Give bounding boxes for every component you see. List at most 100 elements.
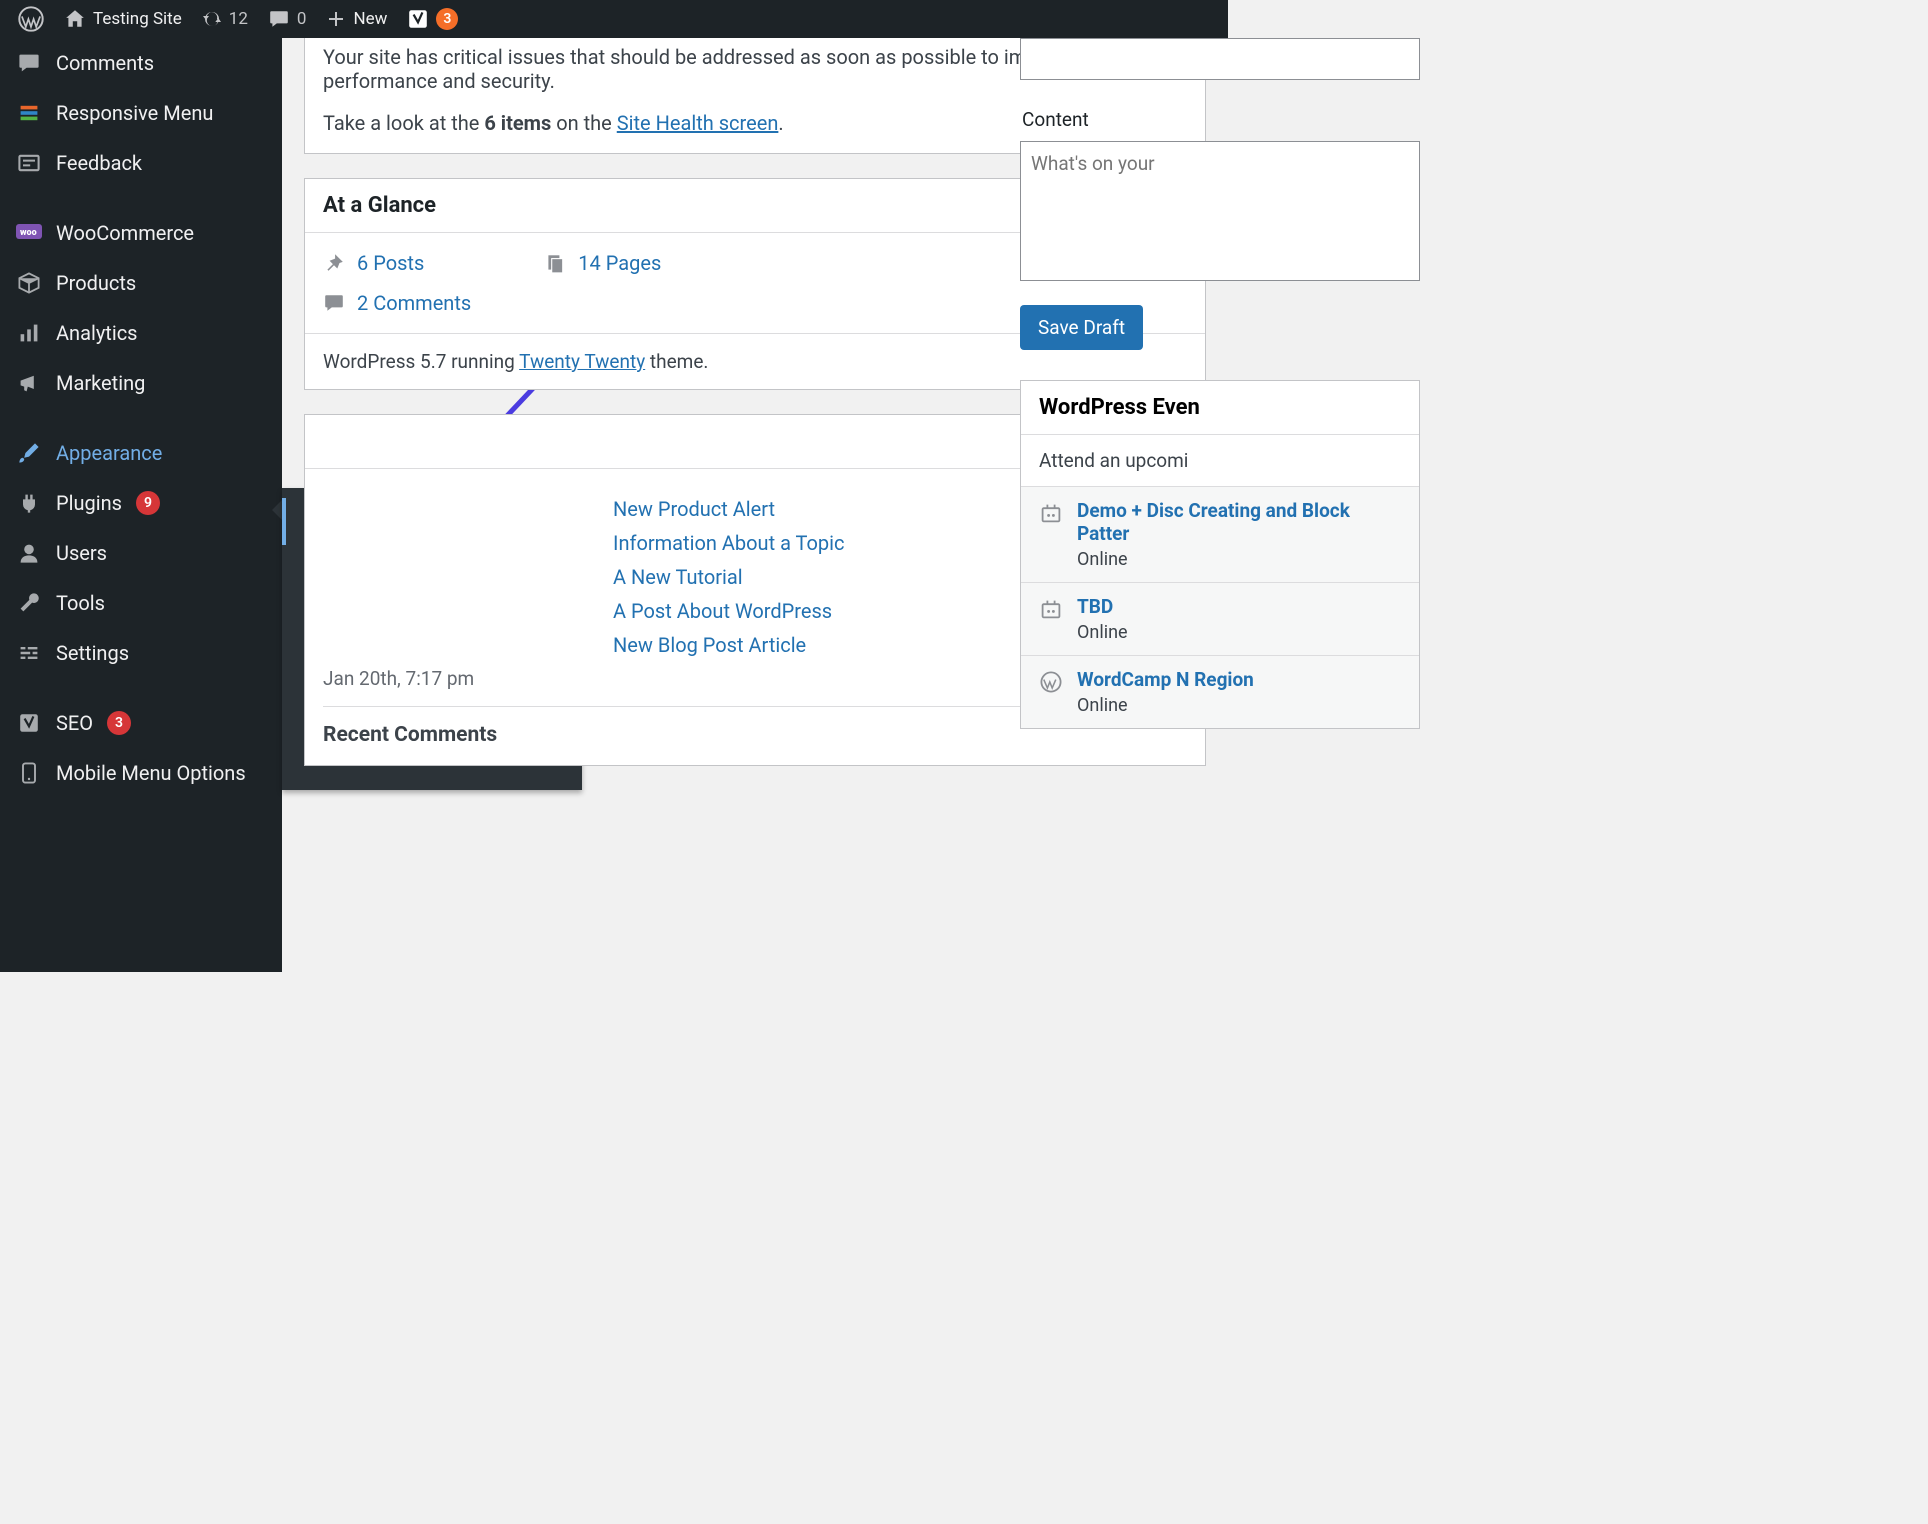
- panel-title: [323, 429, 328, 454]
- menu-label: Comments: [56, 51, 154, 75]
- admin-sidebar: Comments Responsive Menu Feedback woo Wo…: [0, 38, 282, 972]
- yoast-badge: 3: [436, 8, 458, 30]
- user-icon: [16, 540, 42, 566]
- activity-link[interactable]: A Post About WordPress: [613, 599, 844, 623]
- menu-label: SEO: [56, 711, 93, 735]
- plug-icon: [16, 490, 42, 516]
- menu-label: WooCommerce: [56, 221, 194, 245]
- products-icon: [16, 270, 42, 296]
- updates-link[interactable]: 12: [192, 0, 258, 38]
- site-name: Testing Site: [93, 9, 182, 29]
- plus-icon: [326, 9, 346, 29]
- menu-woocommerce[interactable]: woo WooCommerce: [0, 208, 282, 258]
- comment-icon: [323, 292, 345, 314]
- activity-link[interactable]: Information About a Topic: [613, 531, 844, 555]
- site-health-link[interactable]: Site Health screen: [617, 111, 779, 135]
- wordpress-icon: [18, 6, 44, 32]
- comments-count: 0: [297, 9, 307, 29]
- quickdraft-content-textarea[interactable]: [1020, 141, 1420, 281]
- menu-responsive-menu[interactable]: Responsive Menu: [0, 88, 282, 138]
- home-icon: [64, 8, 86, 30]
- wp-logo[interactable]: [8, 0, 54, 38]
- meetup-icon: [1039, 499, 1063, 570]
- activity-link[interactable]: New Blog Post Article: [613, 633, 844, 657]
- megaphone-icon: [16, 370, 42, 396]
- feedback-icon: [16, 150, 42, 176]
- wordcamp-icon: [1039, 668, 1063, 716]
- menu-label: Appearance: [56, 441, 162, 465]
- plugins-badge: 9: [136, 491, 160, 515]
- wrench-icon: [16, 590, 42, 616]
- activity-date: Jan 20th, 7:17 pm: [323, 667, 553, 690]
- menu-appearance[interactable]: Appearance: [0, 428, 282, 478]
- quickdraft-title-input[interactable]: [1020, 38, 1420, 80]
- menu-tools[interactable]: Tools: [0, 578, 282, 628]
- menu-label: Analytics: [56, 321, 138, 345]
- event-location: Online: [1077, 695, 1254, 716]
- svg-text:woo: woo: [20, 228, 37, 238]
- event-item[interactable]: WordCamp N Region Online: [1021, 655, 1419, 728]
- menu-label: Feedback: [56, 151, 142, 175]
- activity-link[interactable]: New Product Alert: [613, 497, 844, 521]
- menu-marketing[interactable]: Marketing: [0, 358, 282, 408]
- menu-label: Mobile Menu Options: [56, 761, 246, 785]
- events-intro: Attend an upcomi: [1021, 435, 1419, 486]
- menu-label: Users: [56, 541, 107, 565]
- activity-link[interactable]: A New Tutorial: [613, 565, 844, 589]
- activity-list: New Product Alert Information About a To…: [613, 487, 844, 690]
- menu-label: Settings: [56, 641, 129, 665]
- comment-icon: [268, 8, 290, 30]
- event-title: WordCamp N Region: [1077, 668, 1254, 691]
- right-column: Content Save Draft WordPress Even Attend…: [1020, 38, 1420, 729]
- content-label: Content: [1022, 108, 1420, 131]
- flyout-pointer: [272, 500, 282, 520]
- menu-label: Products: [56, 271, 136, 295]
- event-location: Online: [1077, 622, 1128, 643]
- menu-feedback[interactable]: Feedback: [0, 138, 282, 188]
- comments-link[interactable]: 0: [258, 0, 317, 38]
- new-content[interactable]: New: [316, 0, 397, 38]
- theme-link[interactable]: Twenty Twenty: [519, 350, 645, 373]
- pages-icon: [544, 252, 566, 274]
- event-title: TBD: [1077, 595, 1128, 618]
- comment-icon: [16, 50, 42, 76]
- yoast-icon: [16, 710, 42, 736]
- menu-plugins[interactable]: Plugins 9: [0, 478, 282, 528]
- menu-analytics[interactable]: Analytics: [0, 308, 282, 358]
- menu-settings[interactable]: Settings: [0, 628, 282, 678]
- menu-label: Responsive Menu: [56, 101, 213, 125]
- event-title: Demo + Disc Creating and Block Patter: [1077, 499, 1401, 545]
- pin-icon: [323, 252, 345, 274]
- site-home[interactable]: Testing Site: [54, 0, 192, 38]
- menu-comments[interactable]: Comments: [0, 38, 282, 88]
- menu-users[interactable]: Users: [0, 528, 282, 578]
- refresh-icon: [202, 9, 222, 29]
- panel-title: WordPress Even: [1021, 381, 1419, 435]
- yoast-icon: [407, 8, 429, 30]
- woocommerce-icon: woo: [16, 220, 42, 246]
- menu-label: Tools: [56, 591, 105, 615]
- event-item[interactable]: Demo + Disc Creating and Block Patter On…: [1021, 486, 1419, 582]
- menu-mobile-menu-options[interactable]: Mobile Menu Options: [0, 748, 282, 798]
- panel-title: At a Glance: [323, 193, 436, 218]
- menu-label: Marketing: [56, 371, 145, 395]
- updates-count: 12: [229, 9, 248, 29]
- event-item[interactable]: TBD Online: [1021, 582, 1419, 655]
- brush-icon: [16, 440, 42, 466]
- meetup-icon: [1039, 595, 1063, 643]
- glance-posts[interactable]: 6 Posts: [323, 251, 424, 275]
- menu-seo[interactable]: SEO 3: [0, 698, 282, 748]
- analytics-icon: [16, 320, 42, 346]
- mobile-icon: [16, 760, 42, 786]
- save-draft-button[interactable]: Save Draft: [1020, 305, 1143, 350]
- seo-badge: 3: [107, 711, 131, 735]
- menu-products[interactable]: Products: [0, 258, 282, 308]
- yoast-link[interactable]: 3: [397, 0, 468, 38]
- sliders-icon: [16, 640, 42, 666]
- events-panel: WordPress Even Attend an upcomi Demo + D…: [1020, 380, 1420, 729]
- admin-bar: Testing Site 12 0 New 3: [0, 0, 1228, 38]
- new-label: New: [353, 9, 387, 29]
- menu-label: Plugins: [56, 491, 122, 515]
- glance-pages[interactable]: 14 Pages: [544, 251, 661, 275]
- event-location: Online: [1077, 549, 1401, 570]
